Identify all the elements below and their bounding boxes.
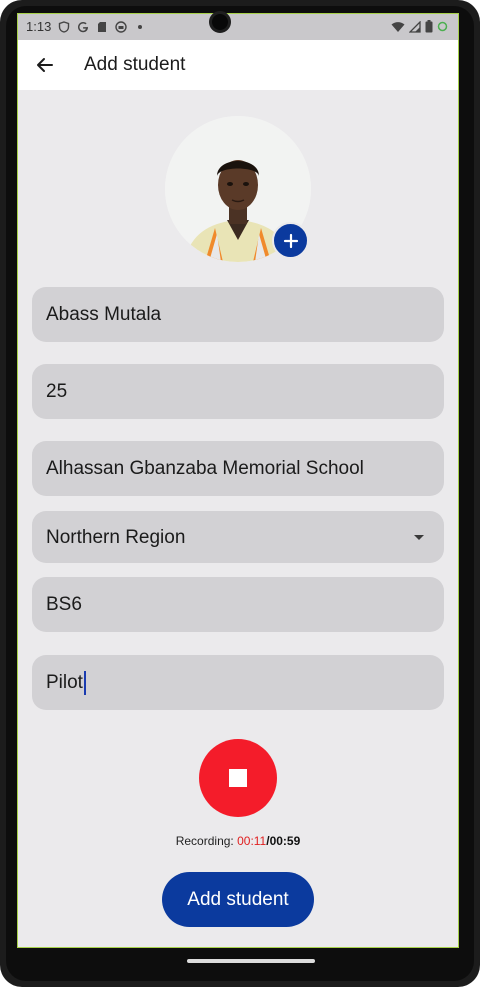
profession-field[interactable]: Pilot [32,655,444,710]
battery-icon [425,20,433,33]
student-name-field[interactable] [32,287,444,342]
profession-input[interactable]: Pilot [32,655,444,710]
stop-icon [229,769,247,787]
screen: 1:13 Add student Abass Mutala 25 Alhassa… [17,13,459,948]
student-name-input[interactable] [32,287,444,342]
page-title: Add student [84,54,186,75]
region-selected-value: Northern Region [46,527,186,548]
student-age-input[interactable] [32,364,444,419]
student-age-field[interactable] [32,364,444,419]
app-icon [115,20,128,33]
app-bar: Add student [18,40,458,90]
class-field[interactable] [32,577,444,632]
text-cursor [83,670,86,695]
sd-card-icon [98,21,107,32]
stop-recording-button[interactable] [199,739,277,817]
notification-icon [437,21,448,32]
school-input[interactable] [32,441,444,496]
add-student-button[interactable]: Add student [162,872,314,927]
recording-total: 00:59 [269,834,301,848]
shield-icon [59,20,70,33]
caret-down-icon [414,535,424,540]
student-photo[interactable] [165,116,311,262]
wifi-icon [391,21,405,32]
home-indicator[interactable] [187,959,315,963]
status-right [391,20,448,33]
dot-icon [138,24,143,29]
recording-status: Recording: 00:11/00:59 [18,834,458,848]
status-left: 1:13 [26,19,143,34]
front-camera [209,11,231,33]
plus-icon [283,233,298,248]
signal-icon [409,20,421,33]
status-bar: 1:13 [18,14,458,40]
arrow-left-icon [37,58,53,72]
region-dropdown[interactable]: Northern Region [32,511,444,563]
recording-elapsed: 00:11 [237,834,267,848]
profession-value: Pilot [46,671,83,693]
recording-label: Recording: [175,834,238,848]
status-time: 1:13 [26,19,52,34]
back-button[interactable] [32,52,58,78]
school-field[interactable] [32,441,444,496]
navigation-bar [17,948,459,970]
google-icon [78,21,89,32]
class-input[interactable] [32,577,444,632]
add-photo-button[interactable] [272,222,309,259]
